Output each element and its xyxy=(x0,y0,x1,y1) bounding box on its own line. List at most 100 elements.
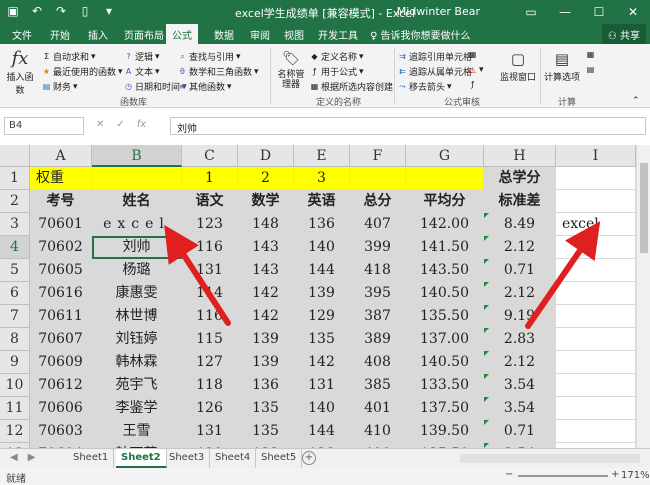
text-button[interactable]: A 文本 ▾ xyxy=(124,65,160,79)
cell-d11[interactable]: 135 xyxy=(238,397,294,420)
tab-page-layout[interactable]: 页面布局 xyxy=(122,27,166,42)
cell-a8[interactable]: 70607 xyxy=(30,328,92,351)
cell-c6[interactable]: 114 xyxy=(182,282,238,305)
column-header-f[interactable]: F xyxy=(350,145,406,167)
cell-i9[interactable] xyxy=(556,351,636,374)
cell-e1[interactable]: 3 xyxy=(294,167,350,190)
sheet-tab-sheet2[interactable]: Sheet2 xyxy=(116,449,167,468)
cell-c3[interactable]: 123 xyxy=(182,213,238,236)
cell-d2[interactable]: 数学 xyxy=(238,190,294,213)
cell-f9[interactable]: 408 xyxy=(350,351,406,374)
cell-g8[interactable]: 137.00 xyxy=(406,328,484,351)
cell-d9[interactable]: 139 xyxy=(238,351,294,374)
tab-review[interactable]: 审阅 xyxy=(248,27,272,42)
prev-sheet-icon[interactable]: ◀ xyxy=(10,452,18,463)
cell-f11[interactable]: 401 xyxy=(350,397,406,420)
cell-i6[interactable] xyxy=(556,282,636,305)
minimize-icon[interactable]: — xyxy=(548,0,582,24)
autosum-button[interactable]: Σ 自动求和 ▾ xyxy=(42,50,96,64)
cell-c2[interactable]: 语文 xyxy=(182,190,238,213)
cell-e9[interactable]: 142 xyxy=(294,351,350,374)
use-in-formula-button[interactable]: ƒ 用于公式 ▾ xyxy=(310,65,363,79)
cell-f10[interactable]: 385 xyxy=(350,374,406,397)
collapse-ribbon-button[interactable]: ⌃ xyxy=(632,96,640,106)
cell-c10[interactable]: 118 xyxy=(182,374,238,397)
cell-i3[interactable]: excel xyxy=(556,213,636,236)
zoom-out-icon[interactable]: − xyxy=(505,469,513,480)
tab-formulas[interactable]: 公式 xyxy=(166,24,198,44)
spreadsheet-grid[interactable]: A B C D E F G H I 1 权重 1 2 3 总学分 2 考号 姓名 语文 数学 英语 总分 平均分 标准差 3 70… xyxy=(0,145,636,448)
fx-icon[interactable]: fx xyxy=(137,119,146,130)
cell-e11[interactable]: 140 xyxy=(294,397,350,420)
formula-input[interactable]: 刘帅 xyxy=(170,117,646,135)
cell-i11[interactable] xyxy=(556,397,636,420)
cell-h10[interactable]: 3.54 xyxy=(484,374,556,397)
cell-d10[interactable]: 136 xyxy=(238,374,294,397)
trace-precedents-button[interactable]: ⇉ 追踪引用单元格 xyxy=(398,50,472,63)
cell-e3[interactable]: 136 xyxy=(294,213,350,236)
cell-d6[interactable]: 142 xyxy=(238,282,294,305)
trace-dependents-button[interactable]: ⇇ 追踪从属单元格 xyxy=(398,65,472,78)
cell-c4[interactable]: 116 xyxy=(182,236,238,259)
cell-f3[interactable]: 407 xyxy=(350,213,406,236)
cell-f2[interactable]: 总分 xyxy=(350,190,406,213)
cell-a1[interactable]: 权重 xyxy=(30,167,92,190)
cell-h9[interactable]: 2.12 xyxy=(484,351,556,374)
cell-b12[interactable]: 王雪 xyxy=(92,420,182,443)
cell-f5[interactable]: 418 xyxy=(350,259,406,282)
maximize-icon[interactable]: ☐ xyxy=(582,0,616,24)
calculate-sheet-button[interactable]: ▤ xyxy=(586,65,595,74)
cell-i12[interactable] xyxy=(556,420,636,443)
cell-g9[interactable]: 140.50 xyxy=(406,351,484,374)
cell-b9[interactable]: 韩林霖 xyxy=(92,351,182,374)
cell-b3[interactable]: excel xyxy=(92,213,182,236)
cell-g5[interactable]: 143.50 xyxy=(406,259,484,282)
column-header-e[interactable]: E xyxy=(294,145,350,167)
name-box[interactable]: B4 xyxy=(4,117,84,135)
cell-h2[interactable]: 标准差 xyxy=(484,190,556,213)
cell-g6[interactable]: 140.50 xyxy=(406,282,484,305)
row-header-7[interactable]: 7 xyxy=(0,305,30,328)
remove-arrows-button[interactable]: ⤳ 移去箭头 ▾ xyxy=(398,80,451,94)
row-header-1[interactable]: 1 xyxy=(0,167,30,190)
cell-f1[interactable] xyxy=(350,167,406,190)
cancel-icon[interactable]: ✕ xyxy=(96,119,104,130)
cell-c1[interactable]: 1 xyxy=(182,167,238,190)
calculation-options-button[interactable]: ▤ 计算选项 xyxy=(542,48,582,83)
more-functions-button[interactable]: ≡ 其他函数 ▾ xyxy=(178,80,231,94)
cell-h6[interactable]: 2.12 xyxy=(484,282,556,305)
row-header-8[interactable]: 8 xyxy=(0,328,30,351)
cell-g1[interactable] xyxy=(406,167,484,190)
cell-a2[interactable]: 考号 xyxy=(30,190,92,213)
cell-b7[interactable]: 林世博 xyxy=(92,305,182,328)
select-all-corner[interactable] xyxy=(0,145,30,167)
cell-i10[interactable] xyxy=(556,374,636,397)
cell-c12[interactable]: 131 xyxy=(182,420,238,443)
cell-a7[interactable]: 70611 xyxy=(30,305,92,328)
cell-a4[interactable]: 70602 xyxy=(30,236,92,259)
sheet-tab-sheet5[interactable]: Sheet5 xyxy=(256,449,303,468)
cell-i7[interactable] xyxy=(556,305,636,328)
create-from-selection-button[interactable]: ▦ 根据所选内容创建 xyxy=(310,80,393,93)
cell-g7[interactable]: 135.50 xyxy=(406,305,484,328)
cell-g3[interactable]: 142.00 xyxy=(406,213,484,236)
cell-d5[interactable]: 143 xyxy=(238,259,294,282)
zoom-level[interactable]: 171% xyxy=(621,470,650,481)
row-header-6[interactable]: 6 xyxy=(0,282,30,305)
cell-b1[interactable] xyxy=(92,167,182,190)
cell-g11[interactable]: 137.50 xyxy=(406,397,484,420)
cell-g12[interactable]: 139.50 xyxy=(406,420,484,443)
cell-b4[interactable]: 刘帅 xyxy=(92,236,182,259)
cell-f7[interactable]: 387 xyxy=(350,305,406,328)
cell-b6[interactable]: 康惠雯 xyxy=(92,282,182,305)
cell-a9[interactable]: 70609 xyxy=(30,351,92,374)
tab-developer[interactable]: 开发工具 xyxy=(316,27,360,42)
cell-g4[interactable]: 141.50 xyxy=(406,236,484,259)
row-header-2[interactable]: 2 xyxy=(0,190,30,213)
cell-d7[interactable]: 142 xyxy=(238,305,294,328)
cell-f12[interactable]: 410 xyxy=(350,420,406,443)
sheet-tab-sheet4[interactable]: Sheet4 xyxy=(210,449,257,468)
zoom-in-icon[interactable]: + xyxy=(611,469,619,480)
cell-h3[interactable]: 8.49 xyxy=(484,213,556,236)
cell-a3[interactable]: 70601 xyxy=(30,213,92,236)
